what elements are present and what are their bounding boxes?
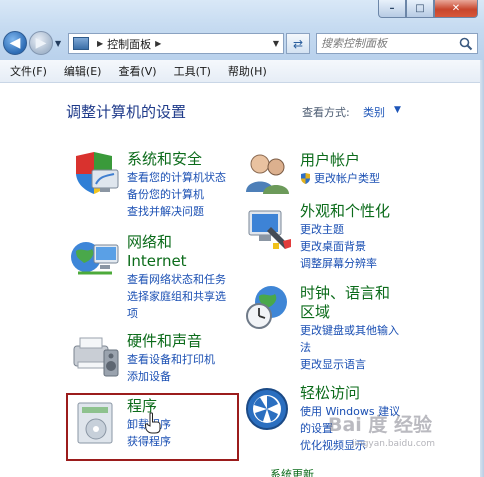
category-title-appearance[interactable]: 外观和个性化 bbox=[300, 202, 390, 221]
category-title-hardware-sound[interactable]: 硬件和声音 bbox=[127, 332, 215, 351]
category-network-internet: 网络和 Internet 查看网络状态和任务 选择家庭组和共享选 项 bbox=[127, 233, 226, 322]
breadcrumb-control-panel[interactable]: 控制面板 bbox=[107, 36, 151, 52]
refresh-icon: ⇄ bbox=[292, 36, 304, 51]
link-view-computer-status[interactable]: 查看您的计算机状态 bbox=[127, 169, 226, 186]
link-homegroup-sharing-cont[interactable]: 项 bbox=[127, 305, 226, 322]
view-by-dropdown[interactable]: 类别 bbox=[363, 104, 385, 120]
category-appearance: 外观和个性化 更改主题 更改桌面背景 调整屏幕分辨率 bbox=[300, 202, 390, 272]
category-title-internet[interactable]: Internet bbox=[127, 252, 226, 271]
close-button[interactable]: ✕ bbox=[434, 0, 478, 18]
back-button[interactable]: ◀ bbox=[3, 31, 27, 55]
programs-icon[interactable] bbox=[72, 397, 122, 449]
link-add-device[interactable]: 添加设备 bbox=[127, 368, 215, 385]
menu-tools[interactable]: 工具(T) bbox=[174, 63, 211, 79]
category-hardware-sound: 硬件和声音 查看设备和打印机 添加设备 bbox=[127, 332, 215, 385]
forward-button[interactable]: ▶ bbox=[29, 31, 53, 55]
minimize-button[interactable]: – bbox=[378, 0, 406, 18]
address-dropdown-icon[interactable]: ▼ bbox=[273, 39, 279, 48]
link-get-programs[interactable]: 获得程序 bbox=[127, 433, 171, 450]
menu-edit[interactable]: 编辑(E) bbox=[64, 63, 102, 79]
category-title-user-accounts[interactable]: 用户帐户 bbox=[300, 151, 380, 170]
search-box[interactable] bbox=[316, 33, 478, 54]
link-change-account-type-label[interactable]: 更改帐户类型 bbox=[314, 172, 380, 185]
ease-of-access-icon[interactable] bbox=[243, 385, 291, 433]
uac-shield-icon bbox=[301, 173, 310, 184]
menu-file[interactable]: 文件(F) bbox=[10, 63, 47, 79]
navigation-buttons: ◀ ▶ ▼ bbox=[3, 31, 61, 55]
chevron-down-icon[interactable]: ▼ bbox=[394, 105, 401, 115]
link-adjust-screen-resolution[interactable]: 调整屏幕分辨率 bbox=[300, 255, 390, 272]
category-title-network[interactable]: 网络和 bbox=[127, 233, 226, 252]
breadcrumb-arrow-icon[interactable]: ▶ bbox=[97, 39, 103, 48]
link-backup-computer[interactable]: 备份您的计算机 bbox=[127, 186, 226, 203]
link-change-display-language[interactable]: 更改显示语言 bbox=[300, 356, 399, 373]
category-clock-region: 时钟、语言和 区域 更改键盘或其他输入 法 更改显示语言 bbox=[300, 284, 399, 373]
category-user-accounts: 用户帐户 更改帐户类型 bbox=[300, 151, 380, 187]
link-change-desktop-background[interactable]: 更改桌面背景 bbox=[300, 238, 390, 255]
link-change-keyboard-input[interactable]: 更改键盘或其他输入 bbox=[300, 322, 399, 339]
baidu-watermark-url: jingyan.baidu.com bbox=[352, 439, 436, 449]
maximize-button[interactable]: □ bbox=[406, 0, 434, 18]
appearance-icon[interactable] bbox=[243, 205, 295, 253]
refresh-button[interactable]: ⇄ bbox=[286, 33, 310, 54]
link-devices-printers[interactable]: 查看设备和打印机 bbox=[127, 351, 215, 368]
menu-bar: 文件(F) 编辑(E) 查看(V) 工具(T) 帮助(H) bbox=[0, 60, 484, 83]
shield-icon[interactable] bbox=[70, 150, 120, 198]
link-homegroup-sharing[interactable]: 选择家庭组和共享选 bbox=[127, 288, 226, 305]
address-bar[interactable]: ▶ 控制面板 ▶ ▼ bbox=[68, 33, 284, 54]
link-change-theme[interactable]: 更改主题 bbox=[300, 221, 390, 238]
users-icon[interactable] bbox=[243, 152, 293, 196]
category-system-security: 系统和安全 查看您的计算机状态 备份您的计算机 查找并解决问题 bbox=[127, 150, 226, 220]
printer-icon[interactable] bbox=[68, 332, 122, 380]
link-troubleshoot[interactable]: 查找并解决问题 bbox=[127, 203, 226, 220]
hand-cursor-icon bbox=[145, 412, 161, 434]
breadcrumb-arrow-icon[interactable]: ▶ bbox=[155, 39, 161, 48]
search-icon[interactable] bbox=[459, 37, 473, 51]
category-title-clock-language[interactable]: 时钟、语言和 bbox=[300, 284, 399, 303]
category-title-region[interactable]: 区域 bbox=[300, 303, 399, 322]
page-title: 调整计算机的设置 bbox=[66, 103, 187, 121]
view-by-label: 查看方式: bbox=[302, 106, 350, 119]
menu-view[interactable]: 查看(V) bbox=[118, 63, 156, 79]
control-panel-icon bbox=[73, 37, 89, 50]
link-change-account-type[interactable]: 更改帐户类型 bbox=[300, 170, 380, 187]
link-view-network-status[interactable]: 查看网络状态和任务 bbox=[127, 271, 226, 288]
category-title-ease-of-access[interactable]: 轻松访问 bbox=[300, 384, 400, 403]
title-bar: – □ ✕ ◀ ▶ ▼ ▶ 控制面板 ▶ ▼ ⇄ bbox=[0, 0, 484, 60]
clock-globe-icon[interactable] bbox=[243, 282, 293, 332]
control-panel-window: – □ ✕ ◀ ▶ ▼ ▶ 控制面板 ▶ ▼ ⇄ 文件(F) bbox=[0, 0, 484, 477]
window-controls: – □ ✕ bbox=[378, 0, 478, 18]
link-change-keyboard-input-cont[interactable]: 法 bbox=[300, 339, 399, 356]
network-globe-icon[interactable] bbox=[68, 235, 122, 283]
category-title-system-security[interactable]: 系统和安全 bbox=[127, 150, 226, 169]
partial-category-title[interactable]: 系统更新 bbox=[270, 466, 314, 477]
baidu-watermark: Bai 度 经验 bbox=[328, 414, 433, 436]
menu-help[interactable]: 帮助(H) bbox=[228, 63, 267, 79]
window-frame-right bbox=[480, 60, 484, 477]
search-input[interactable] bbox=[317, 36, 457, 51]
recent-pages-dropdown[interactable]: ▼ bbox=[55, 39, 61, 48]
